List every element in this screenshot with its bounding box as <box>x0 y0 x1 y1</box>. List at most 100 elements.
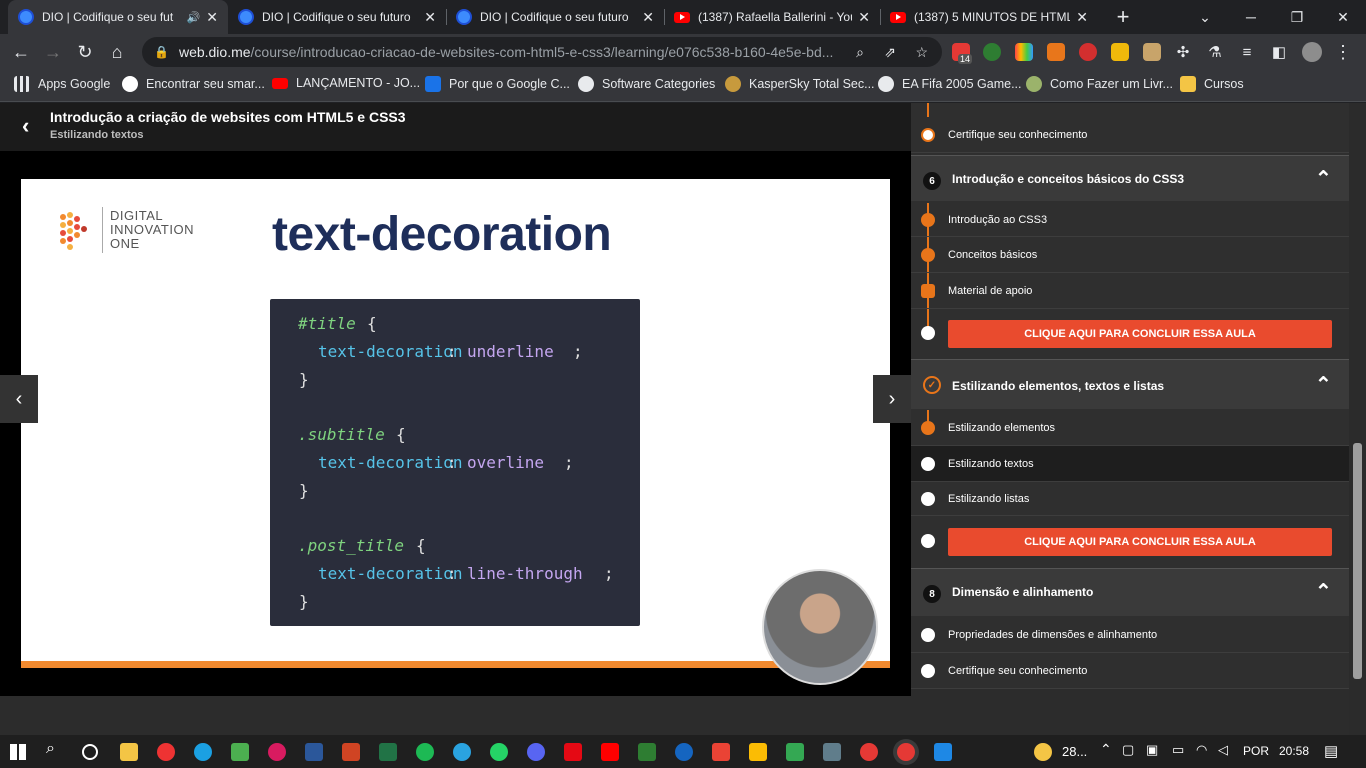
bookmark-star-icon[interactable]: ☆ <box>915 44 928 61</box>
weather-temp[interactable]: 28... <box>1062 744 1087 759</box>
bookmark-item[interactable]: Como Fazer um Livr... <box>1026 76 1173 92</box>
back-chevron-icon[interactable]: ‹ <box>22 113 29 139</box>
discord-icon[interactable] <box>527 743 545 761</box>
tab-3[interactable]: DIO | Codifique o seu futuro ✕ <box>446 0 664 34</box>
netflix-icon[interactable] <box>564 743 582 761</box>
bookmark-folder[interactable]: Cursos <box>1180 76 1244 92</box>
bookmark-item[interactable]: Software Categories <box>578 76 715 92</box>
volume-icon[interactable]: ◁ <box>1218 742 1228 758</box>
lesson-item[interactable]: Certifique seu conhecimento <box>911 117 1349 153</box>
search-icon[interactable]: ⌕ <box>46 740 55 758</box>
close-window-icon[interactable]: ✕ <box>1320 0 1366 34</box>
app-icon[interactable] <box>675 743 693 761</box>
lesson-item[interactable]: Introdução ao CSS3 <box>911 203 1349 237</box>
metamask-icon[interactable] <box>1047 43 1065 61</box>
close-tab-icon[interactable]: ✕ <box>206 9 218 26</box>
prev-lesson-arrow-icon[interactable]: ‹ <box>0 375 38 423</box>
home-icon[interactable]: ⌂ <box>104 39 130 65</box>
tab-2[interactable]: DIO | Codifique o seu futuro ✕ <box>228 0 446 34</box>
sidepanel-icon[interactable]: ◧ <box>1266 39 1292 65</box>
chevron-up-icon[interactable]: ⌃ <box>1315 166 1332 191</box>
battery-icon[interactable]: ▭ <box>1172 742 1184 758</box>
menu-icon[interactable]: ⋮ <box>1330 39 1356 65</box>
app-icon[interactable] <box>268 743 286 761</box>
app-icon[interactable] <box>786 743 804 761</box>
scrollbar-thumb[interactable] <box>1353 443 1362 679</box>
vscode-icon[interactable] <box>934 743 952 761</box>
chrome-active-icon[interactable] <box>897 743 915 761</box>
tray-icon[interactable]: ▢ <box>1122 742 1134 758</box>
tray-chevron-icon[interactable]: ⌃ <box>1100 741 1112 758</box>
lab-icon[interactable]: ⚗ <box>1202 39 1228 65</box>
whatsapp-icon[interactable] <box>490 743 508 761</box>
sidebar-scrollbar[interactable] <box>1349 103 1366 735</box>
section-6-header[interactable]: 6 Introdução e conceitos básicos do CSS3… <box>911 155 1349 201</box>
extension-icon[interactable] <box>1079 43 1097 61</box>
zoom-search-icon[interactable]: ⌕ <box>856 44 864 61</box>
bookmark-item[interactable]: Por que o Google C... <box>425 76 570 92</box>
speaker-icon[interactable]: 🔊 <box>187 11 201 24</box>
gmail-icon[interactable] <box>712 743 730 761</box>
tab-4[interactable]: (1387) Rafaella Ballerini - You ✕ <box>664 0 880 34</box>
youtube-icon[interactable] <box>601 743 619 761</box>
lesson-item[interactable]: Propriedades de dimensões e alinhamento <box>911 617 1349 653</box>
back-icon[interactable]: ← <box>8 39 34 65</box>
word-icon[interactable] <box>305 743 323 761</box>
bookmark-item[interactable]: KasperSky Total Sec... <box>725 76 875 92</box>
close-tab-icon[interactable]: ✕ <box>642 9 654 26</box>
complete-lesson-button[interactable]: CLIQUE AQUI PARA CONCLUIR ESSA AULA <box>948 528 1332 556</box>
excel-icon[interactable] <box>379 743 397 761</box>
close-tab-icon[interactable]: ✕ <box>858 9 870 26</box>
clock[interactable]: 20:58 <box>1279 744 1309 758</box>
extension-icon[interactable] <box>983 43 1001 61</box>
chevron-up-icon[interactable]: ⌃ <box>1315 372 1332 397</box>
extension-icon[interactable] <box>1111 43 1129 61</box>
app-icon[interactable] <box>823 743 841 761</box>
lesson-item-active[interactable]: Estilizando textos <box>911 446 1349 482</box>
windows-start-icon[interactable] <box>10 744 26 760</box>
next-lesson-arrow-icon[interactable]: › <box>873 375 911 423</box>
new-tab-icon[interactable]: + <box>1100 0 1146 34</box>
reload-icon[interactable]: ↻ <box>72 39 98 65</box>
lesson-item[interactable]: Certifique seu conhecimento <box>911 653 1349 689</box>
close-tab-icon[interactable]: ✕ <box>424 9 436 26</box>
bookmark-item[interactable]: LANÇAMENTO - JO... <box>272 76 420 90</box>
lesson-item[interactable]: Conceitos básicos <box>911 237 1349 273</box>
spotify-icon[interactable] <box>416 743 434 761</box>
lesson-item[interactable]: Material de apoio <box>911 273 1349 309</box>
notifications-icon[interactable]: ▤ <box>1324 742 1338 760</box>
puzzle-icon[interactable]: ✣ <box>1170 39 1196 65</box>
lesson-item[interactable]: Estilizando elementos <box>911 410 1349 446</box>
app-icon[interactable] <box>638 743 656 761</box>
section-7-header[interactable]: ✓ Estilizando elementos, textos e listas… <box>911 359 1349 409</box>
chevron-up-icon[interactable]: ⌃ <box>1315 579 1332 604</box>
minimize-icon[interactable]: ─ <box>1228 0 1274 34</box>
app-icon[interactable] <box>231 743 249 761</box>
lesson-item[interactable]: Estilizando listas <box>911 482 1349 516</box>
tab-5[interactable]: (1387) 5 MINUTOS DE HTML ✕ <box>880 0 1098 34</box>
extension-icon[interactable] <box>1015 43 1033 61</box>
avatar[interactable] <box>1302 42 1322 62</box>
restore-icon[interactable]: ❐ <box>1274 0 1320 34</box>
input-language[interactable]: POR <box>1243 744 1269 758</box>
telegram-icon[interactable] <box>453 743 471 761</box>
complete-lesson-button[interactable]: CLIQUE AQUI PARA CONCLUIR ESSA AULA <box>948 320 1332 348</box>
tab-1[interactable]: DIO | Codifique o seu fut 🔊 ✕ <box>8 0 228 34</box>
close-tab-icon[interactable]: ✕ <box>1076 9 1088 26</box>
tab-search-icon[interactable]: ⌄ <box>1182 0 1228 34</box>
bookmark-item[interactable]: Encontrar seu smar... <box>122 76 265 92</box>
tray-icon[interactable]: ▣ <box>1146 742 1158 758</box>
weather-icon[interactable] <box>1034 743 1052 761</box>
bookmark-item[interactable]: EA Fifa 2005 Game... <box>878 76 1022 92</box>
task-view-icon[interactable] <box>82 744 98 760</box>
powerpoint-icon[interactable] <box>342 743 360 761</box>
media-icon[interactable]: ≡ <box>1234 39 1260 65</box>
edge-icon[interactable] <box>194 743 212 761</box>
opera-icon[interactable] <box>157 743 175 761</box>
section-8-header[interactable]: 8 Dimensão e alinhamento ⌃ <box>911 568 1349 616</box>
address-bar[interactable]: 🔒 web.dio.me/course/introducao-criacao-d… <box>142 37 942 67</box>
forward-icon[interactable]: → <box>40 39 66 65</box>
share-icon[interactable]: ⇗ <box>884 44 896 61</box>
wifi-icon[interactable]: ◠ <box>1196 742 1207 758</box>
file-explorer-icon[interactable] <box>120 743 138 761</box>
